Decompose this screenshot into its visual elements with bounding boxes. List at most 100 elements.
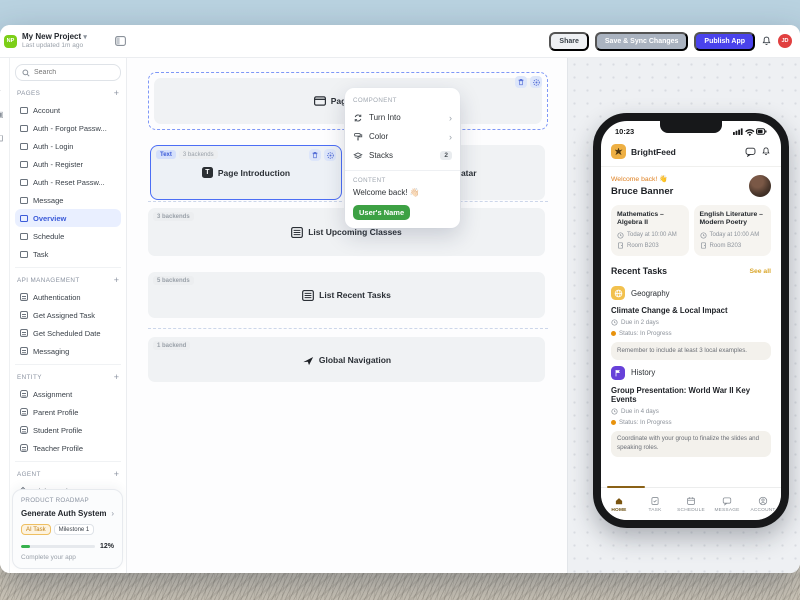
page-icon [20,143,28,150]
turn-into-icon [353,113,363,123]
app-name: BrightFeed [631,147,676,157]
sidebar-item-authentication[interactable]: Authentication [15,288,121,306]
tab-task[interactable]: TASK [637,496,673,513]
toggle-sidebar-icon[interactable] [115,36,126,46]
tab-label: TASK [649,508,662,513]
project-logo: NP [4,35,17,48]
search-input[interactable] [34,69,104,76]
see-all-link[interactable]: See all [749,268,771,275]
save-sync-button[interactable]: Save & Sync Changes [595,32,689,51]
add-entity-button[interactable]: + [114,373,119,382]
class-time: Today at 10:00 AM [710,232,760,238]
gear-icon[interactable] [530,76,542,88]
page-icon [20,197,28,204]
sidebar-item-auth-register[interactable]: Auth - Register [15,155,121,173]
project-info[interactable]: My New Project ▾ Last updated 1m ago [22,32,87,50]
flag-icon [611,366,625,380]
calendar-icon [686,496,696,506]
sidebar-item-schedule[interactable]: Schedule [15,227,121,245]
task-item-geography[interactable]: Geography Climate Change & Local Impact … [601,280,781,360]
tab-label: HOME [611,508,626,513]
sidebar-item-teacher-profile[interactable]: Teacher Profile [15,439,121,457]
sidebar-item-auth-login[interactable]: Auth - Login [15,137,121,155]
component-list-recent-tasks[interactable]: 5 backends List Recent Tasks [148,272,545,318]
sidebar-item-student-profile[interactable]: Student Profile [15,421,121,439]
page-icon [20,251,28,258]
delete-icon[interactable] [515,76,527,88]
pages-section: PAGES + Account Auth - Forgot Passw... A… [15,89,121,268]
stacks-count-badge: 2 [440,151,452,160]
component-global-navigation[interactable]: 1 backend Global Navigation [148,337,545,382]
layers-icon[interactable]: ❏ [0,134,6,144]
menu-item-label: Color [369,132,443,141]
app-header: BrightFeed [601,139,781,167]
item-label: Student Profile [33,426,82,435]
menu-item-color[interactable]: Color › [353,127,452,146]
component-page-introduction[interactable]: Text 3 backends T Page Introduction [150,145,342,200]
task-item-history[interactable]: History Group Presentation: World War II… [601,360,781,457]
editor-canvas[interactable]: Page Header Text 3 backends [127,58,567,573]
menu-divider [345,170,460,171]
item-label: Authentication [33,293,81,302]
chat-icon[interactable] [745,147,756,157]
class-card-english[interactable]: English Literature – Modern Poetry Today… [694,205,772,256]
sidebar-item-parent-profile[interactable]: Parent Profile [15,403,121,421]
class-room: Room B203 [710,243,742,249]
chevron-right-icon: › [449,132,452,142]
app-window: NP My New Project ▾ Last updated 1m ago … [0,25,800,573]
tab-message[interactable]: MESSAGE [709,496,745,513]
tab-label: SCHEDULE [677,508,705,513]
sidebar-item-auth-reset[interactable]: Auth - Reset Passw... [15,173,121,191]
room-icon [617,242,624,249]
user-avatar[interactable]: JD [778,34,792,48]
sidebar-item-task[interactable]: Task [15,245,121,263]
sidebar-item-overview[interactable]: Overview [15,209,121,227]
sidebar-item-auth-forgot[interactable]: Auth - Forgot Passw... [15,119,121,137]
sidebar-item-messaging[interactable]: Messaging [15,342,121,360]
task-status: Status: In Progress [619,330,672,337]
bell-icon[interactable] [761,146,771,157]
component-label: Page Introduction [218,168,290,178]
add-icon[interactable]: + [0,86,6,96]
clock-icon [617,232,624,239]
api-section-title: API MANAGEMENT [17,277,80,284]
class-card-mathematics[interactable]: Mathematics – Algebra II Today at 10:00 … [611,205,689,256]
clock-icon [700,232,707,239]
sidebar-item-assignment[interactable]: Assignment [15,385,121,403]
item-label: Auth - Forgot Passw... [33,124,107,133]
sidebar-item-message[interactable]: Message [15,191,121,209]
group-divider [148,328,548,329]
sidebar-item-get-scheduled-date[interactable]: Get Scheduled Date [15,324,121,342]
roadmap-task-row[interactable]: Generate Auth System › [21,509,114,518]
share-button[interactable]: Share [549,32,588,51]
roadmap-progress-fill [21,545,30,548]
add-page-button[interactable]: + [114,89,119,98]
publish-app-button[interactable]: Publish App [694,32,755,51]
frame-icon[interactable]: ▣ [0,110,6,120]
menu-item-stacks[interactable]: Stacks 2 [353,146,452,165]
search-box[interactable] [15,64,121,81]
tab-schedule[interactable]: SCHEDULE [673,496,709,513]
class-cards: Mathematics – Algebra II Today at 10:00 … [601,203,781,256]
bell-icon[interactable] [761,35,772,47]
project-name: My New Project [22,32,81,41]
menu-item-turn-into[interactable]: Turn Into › [353,108,452,127]
add-agent-button[interactable]: + [114,470,119,479]
api-icon [20,347,28,355]
user-name-variable-chip[interactable]: User's Name [353,205,410,220]
tab-home[interactable]: HOME [601,496,637,513]
last-updated-label: Last updated 1m ago [22,42,87,49]
user-full-name: Bruce Banner [611,186,749,197]
paint-roller-icon [353,132,363,142]
page-icon [20,161,28,168]
sidebar-item-account[interactable]: Account [15,101,121,119]
list-icon [291,227,303,238]
profile-photo[interactable] [749,175,771,197]
add-api-button[interactable]: + [114,276,119,285]
sidebar-item-get-assigned-task[interactable]: Get Assigned Task [15,306,121,324]
task-due: Due in 2 days [621,319,659,326]
tab-account[interactable]: ACCOUNT [745,496,781,513]
item-label: Parent Profile [33,408,78,417]
class-title: Mathematics – Algebra II [617,211,683,228]
agent-section-title: AGENT [17,471,41,478]
